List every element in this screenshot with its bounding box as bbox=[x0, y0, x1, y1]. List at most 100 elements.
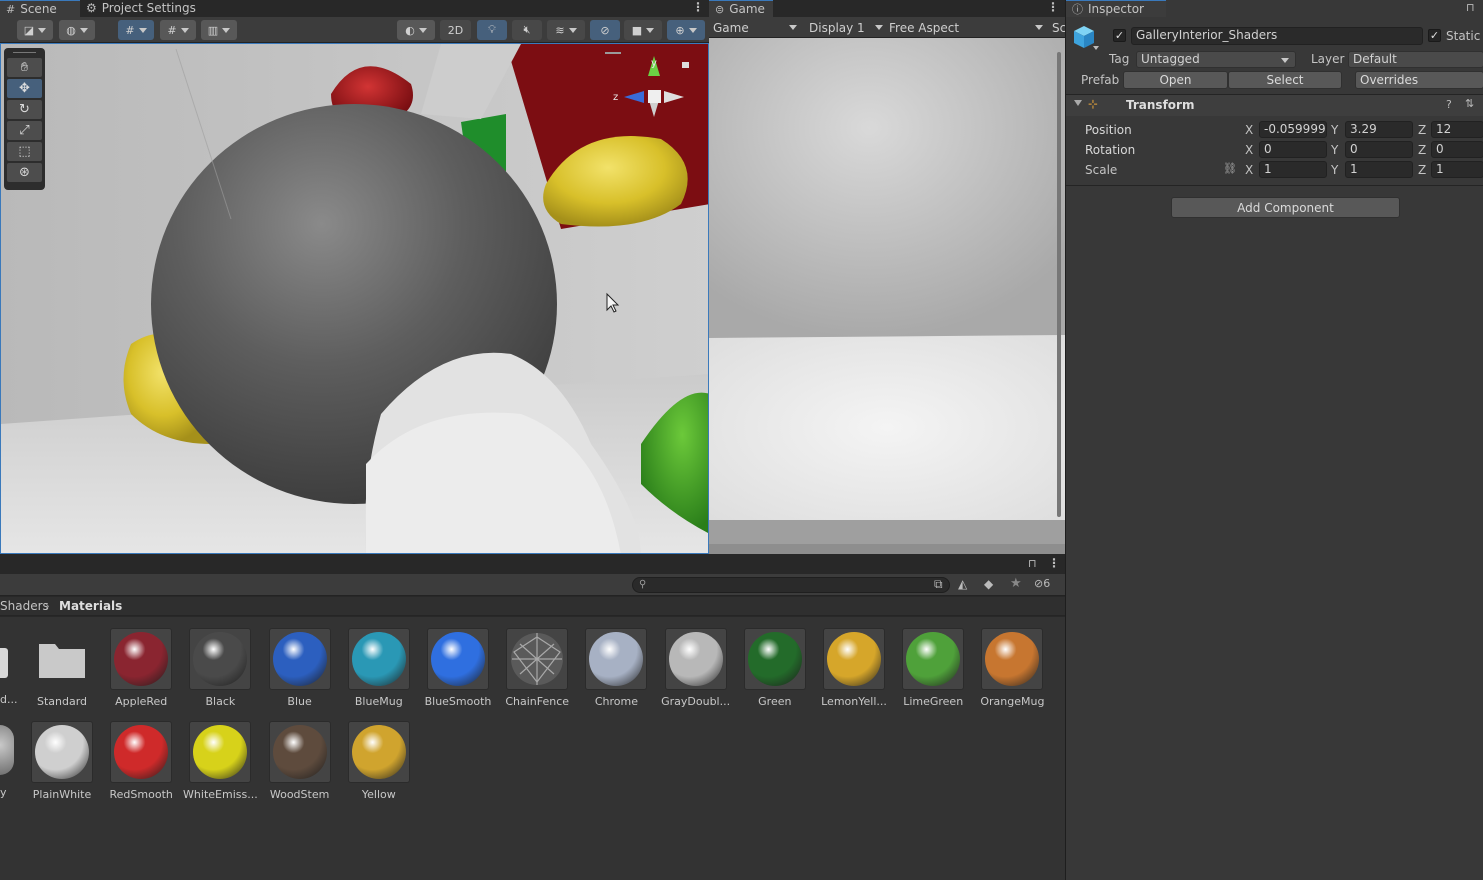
icon-dropdown-caret[interactable] bbox=[1093, 46, 1099, 50]
aspect-dropdown[interactable]: Free Aspect bbox=[889, 19, 1043, 36]
transform-tool-button[interactable]: ⊛ bbox=[7, 163, 42, 182]
effects-button[interactable]: ≋ bbox=[547, 20, 585, 40]
scale-tool-button[interactable]: ⤢ bbox=[7, 121, 42, 140]
audio-toggle-button[interactable]: 🔇︎ bbox=[512, 20, 542, 40]
settings-sliders-icon[interactable]: ⇅ bbox=[1465, 97, 1474, 110]
asset-thumbnail[interactable] bbox=[347, 628, 410, 690]
search-by-type-icon[interactable]: ⧉ bbox=[934, 577, 943, 592]
asset-thumbnail[interactable] bbox=[506, 628, 569, 690]
lock-icon[interactable]: ⊓ bbox=[1466, 1, 1475, 14]
asset-thumbnail[interactable] bbox=[31, 721, 93, 783]
asset-item[interactable]: WoodStem bbox=[260, 721, 340, 801]
scale-y-field[interactable]: 1 bbox=[1345, 161, 1413, 178]
asset-item[interactable]: Blue bbox=[260, 628, 340, 708]
scale-slider-label[interactable]: Sc bbox=[1052, 19, 1065, 36]
grid-visibility-button[interactable]: # bbox=[160, 20, 196, 40]
asset-thumbnail[interactable] bbox=[585, 628, 648, 690]
hand-tool-button[interactable]: ✋︎ bbox=[7, 58, 42, 77]
asset-thumbnail[interactable] bbox=[427, 628, 489, 690]
asset-thumbnail[interactable] bbox=[110, 628, 173, 690]
asset-item[interactable]: PlainWhite bbox=[22, 721, 102, 801]
draw-mode-button[interactable]: ◪ bbox=[17, 20, 53, 40]
breadcrumb-current[interactable]: Materials bbox=[59, 597, 122, 616]
global-local-button[interactable]: ◍ bbox=[59, 20, 95, 40]
scene-menu-icon[interactable]: ⋮ bbox=[692, 0, 704, 14]
asset-item[interactable]: WhiteEmiss... bbox=[180, 721, 260, 801]
scale-x-field[interactable]: 1 bbox=[1259, 161, 1327, 178]
asset-item[interactable]: AppleRed bbox=[101, 628, 181, 708]
asset-thumbnail[interactable] bbox=[823, 628, 885, 690]
tab-scene[interactable]: # Scene bbox=[0, 0, 80, 17]
display-dropdown[interactable]: Display 1 bbox=[809, 19, 883, 36]
asset-item[interactable]: GrayDoubl... bbox=[656, 628, 736, 708]
rotation-z-field[interactable]: 0 bbox=[1431, 141, 1483, 158]
asset-item[interactable]: LemonYell... bbox=[814, 628, 894, 708]
rect-tool-button[interactable]: ⬚ bbox=[7, 142, 42, 161]
asset-thumbnail[interactable] bbox=[189, 628, 252, 690]
prefab-overrides-dropdown[interactable]: Overrides bbox=[1355, 71, 1483, 89]
rotation-x-field[interactable]: 0 bbox=[1259, 141, 1327, 158]
tag-dropdown[interactable]: Untagged bbox=[1136, 51, 1296, 68]
lighting-toggle-button[interactable]: 💡︎ bbox=[477, 20, 507, 40]
asset-item[interactable]: Yellow bbox=[339, 721, 419, 801]
asset-item[interactable]: RedSmooth bbox=[101, 721, 181, 801]
lock-icon[interactable]: ⊓ bbox=[1028, 557, 1037, 570]
label-tag-icon[interactable]: ◆ bbox=[984, 577, 993, 591]
asset-item[interactable]: BlueMug bbox=[339, 628, 419, 708]
position-z-label[interactable]: Z bbox=[1418, 123, 1426, 138]
asset-item[interactable]: Green bbox=[735, 628, 815, 708]
asset-thumbnail[interactable] bbox=[664, 628, 727, 690]
prefab-open-button[interactable]: Open bbox=[1123, 71, 1228, 89]
game-view[interactable] bbox=[709, 38, 1065, 554]
scale-y-label[interactable]: Y bbox=[1331, 163, 1338, 178]
scale-z-field[interactable]: 1 bbox=[1431, 161, 1483, 178]
increment-snap-button[interactable]: ▥ bbox=[201, 20, 237, 40]
asset-thumbnail[interactable] bbox=[110, 721, 173, 783]
rotation-x-label[interactable]: X bbox=[1245, 143, 1253, 158]
asset-thumbnail[interactable] bbox=[981, 628, 1044, 690]
game-mode-dropdown[interactable]: Game bbox=[713, 19, 797, 36]
gizmos-button[interactable]: ⊕ bbox=[667, 20, 705, 40]
shading-mode-button[interactable]: ◐ bbox=[397, 20, 435, 40]
object-name-field[interactable]: GalleryInterior_Shaders bbox=[1131, 27, 1423, 45]
rotate-tool-button[interactable]: ↻ bbox=[7, 100, 42, 119]
grid-snap-button[interactable]: # bbox=[118, 20, 154, 40]
scene-view[interactable]: y z ✋︎ ✥ ↻ ⤢ ⬚ ⊛ bbox=[0, 43, 709, 554]
tab-game[interactable]: ⊜ Game bbox=[709, 0, 773, 17]
prefab-select-button[interactable]: Select bbox=[1228, 71, 1342, 89]
project-menu-icon[interactable]: ⋮ bbox=[1048, 556, 1060, 570]
scale-z-label[interactable]: Z bbox=[1418, 163, 1426, 178]
asset-thumbnail[interactable] bbox=[268, 721, 331, 783]
position-x-field[interactable]: -0.059999 bbox=[1259, 121, 1327, 138]
static-checkbox[interactable]: ✓ bbox=[1428, 29, 1441, 42]
breadcrumb-parent[interactable]: Shaders bbox=[0, 597, 49, 616]
asset-item[interactable]: BlueSmooth bbox=[418, 628, 498, 708]
asset-thumbnail[interactable] bbox=[268, 628, 331, 690]
asset-thumbnail[interactable] bbox=[347, 721, 410, 783]
rotation-y-field[interactable]: 0 bbox=[1345, 141, 1413, 158]
asset-item[interactable]: Black bbox=[180, 628, 260, 708]
scale-x-label[interactable]: X bbox=[1245, 163, 1253, 178]
game-menu-icon[interactable]: ⋮ bbox=[1047, 0, 1059, 14]
active-checkbox[interactable]: ✓ bbox=[1113, 29, 1126, 42]
project-search-input[interactable]: ⚲ bbox=[632, 577, 950, 593]
asset-thumbnail[interactable] bbox=[31, 628, 93, 690]
asset-item[interactable]: LimeGreen bbox=[893, 628, 973, 708]
hidden-packages-button[interactable]: ⊘6 bbox=[1034, 577, 1050, 590]
help-icon[interactable]: ? bbox=[1446, 98, 1452, 111]
tab-project-settings[interactable]: ⚙ Project Settings bbox=[80, 0, 200, 17]
asset-item[interactable]: Chrome bbox=[576, 628, 656, 708]
tools-drag-handle[interactable] bbox=[13, 52, 36, 56]
partial-asset-thumbnail[interactable] bbox=[0, 725, 14, 775]
add-component-button[interactable]: Add Component bbox=[1171, 197, 1400, 218]
camera-button[interactable]: ■ bbox=[624, 20, 662, 40]
asset-thumbnail[interactable] bbox=[189, 721, 252, 783]
tab-inspector[interactable]: ⓘ Inspector bbox=[1066, 0, 1166, 17]
2d-toggle-button[interactable]: 2D bbox=[440, 20, 471, 40]
asset-thumbnail[interactable] bbox=[902, 628, 965, 690]
filter-type-icon[interactable]: ◭ bbox=[958, 577, 967, 591]
layer-dropdown[interactable]: Default bbox=[1348, 51, 1483, 68]
move-tool-button[interactable]: ✥ bbox=[7, 79, 42, 98]
asset-item[interactable]: OrangeMug bbox=[972, 628, 1052, 708]
position-z-field[interactable]: 12 bbox=[1431, 121, 1483, 138]
